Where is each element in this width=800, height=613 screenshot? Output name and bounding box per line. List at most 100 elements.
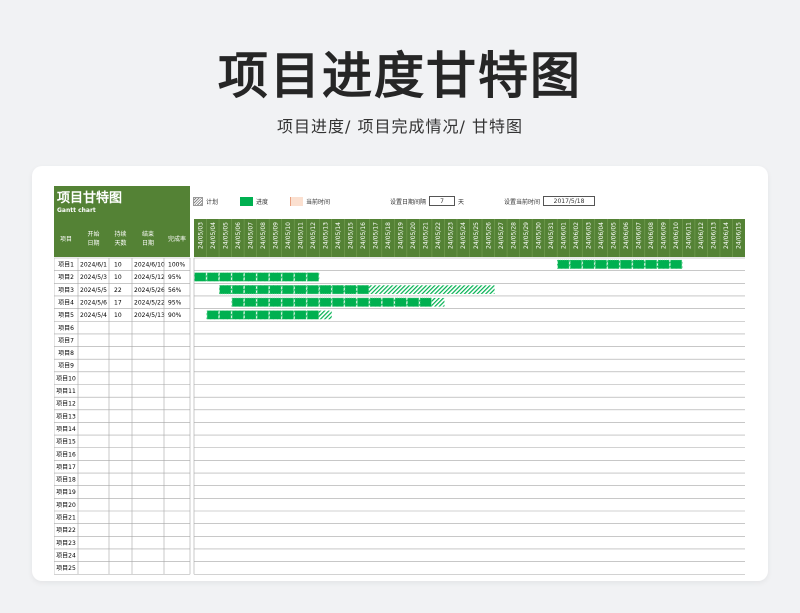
completion-rate: 95% <box>168 274 182 281</box>
progress-cell <box>269 297 282 307</box>
progress-cell <box>281 272 294 282</box>
date-label: 24/05/23 <box>448 222 455 249</box>
completion-rate: 100% <box>168 262 185 269</box>
project-name: 项目18 <box>56 477 76 484</box>
gantt-sheet: 项目甘特图 Gantt chart 计划 进度 当前时间 设置日期间隔 7 天 … <box>54 186 746 576</box>
project-name: 项目7 <box>58 337 74 344</box>
project-name: 项目24 <box>56 552 76 559</box>
progress-cell <box>231 310 244 320</box>
date-label: 24/05/04 <box>210 222 217 249</box>
progress-cell <box>307 285 319 295</box>
date-label: 24/05/29 <box>523 222 530 249</box>
date-label: 24/05/17 <box>373 222 380 249</box>
project-name: 项目16 <box>56 451 76 458</box>
progress-cell <box>620 259 632 269</box>
progress-cell <box>244 272 257 282</box>
project-name: 项目2 <box>58 274 74 281</box>
progress-cell <box>281 297 294 307</box>
progress-cell <box>632 259 645 269</box>
progress-cell <box>357 297 370 307</box>
progress-cell <box>219 310 232 320</box>
date-label: 24/06/05 <box>611 222 618 249</box>
progress-cell <box>219 285 232 295</box>
page-subtitle: 项目进度/ 项目完成情况/ 甘特图 <box>277 117 523 136</box>
progress-cell <box>256 285 269 295</box>
start-date: 2024/5/6 <box>80 299 107 306</box>
project-name: 项目1 <box>58 262 74 269</box>
date-label: 24/05/13 <box>322 222 329 249</box>
date-label: 24/05/30 <box>535 222 542 249</box>
start-date: 2024/5/3 <box>80 274 107 281</box>
project-name: 项目25 <box>56 565 76 572</box>
progress-cell <box>369 297 382 307</box>
project-name: 项目14 <box>56 426 76 433</box>
date-label: 24/05/20 <box>410 222 417 249</box>
date-label: 24/05/19 <box>398 222 405 249</box>
date-label: 24/05/26 <box>485 222 492 249</box>
project-name: 项目4 <box>58 299 74 306</box>
progress-cell <box>382 297 395 307</box>
date-label: 24/06/01 <box>560 222 567 249</box>
project-name: 项目23 <box>56 540 76 547</box>
progress-cell <box>244 285 257 295</box>
date-label: 24/06/03 <box>585 222 592 249</box>
progress-cell <box>244 297 257 307</box>
duration: 10 <box>114 312 122 319</box>
progress-cell <box>344 297 357 307</box>
column-header: 完成率 <box>168 235 186 243</box>
project-name: 项目5 <box>58 312 74 319</box>
date-label: 24/06/06 <box>623 222 630 249</box>
date-label: 24/05/06 <box>235 222 242 249</box>
date-label: 24/06/12 <box>698 222 705 249</box>
date-label: 24/05/15 <box>348 222 355 249</box>
page-title: 项目进度甘特图 <box>218 47 582 105</box>
progress-cell <box>281 310 294 320</box>
duration: 17 <box>114 299 122 306</box>
progress-cell <box>357 285 370 295</box>
end-date: 2024/5/22 <box>134 299 165 306</box>
date-label: 24/05/27 <box>498 222 505 249</box>
completion-rate: 56% <box>168 287 182 294</box>
progress-cell <box>557 259 570 269</box>
date-label: 24/05/16 <box>360 222 367 249</box>
progress-cell <box>645 259 658 269</box>
progress-cell <box>206 310 219 320</box>
progress-cell <box>344 285 357 295</box>
date-label: 24/05/28 <box>510 222 517 249</box>
date-label: 24/05/24 <box>460 222 467 249</box>
project-name: 项目9 <box>58 363 74 370</box>
progress-cell <box>670 259 683 269</box>
date-label: 24/05/14 <box>335 222 342 249</box>
progress-cell <box>607 259 620 269</box>
column-header: 日期 <box>87 239 99 247</box>
progress-cell <box>269 285 282 295</box>
end-date: 2024/5/26 <box>134 287 165 294</box>
project-name: 项目20 <box>56 502 76 509</box>
column-header: 结束 <box>142 230 154 238</box>
progress-cell <box>256 272 269 282</box>
column-header: 开始 <box>87 230 99 238</box>
progress-cell <box>231 272 244 282</box>
date-label: 24/05/07 <box>247 222 254 249</box>
date-label: 24/06/04 <box>598 222 605 249</box>
spreadsheet-card: 项目甘特图 Gantt chart 计划 进度 当前时间 设置日期间隔 7 天 … <box>32 166 768 581</box>
date-label: 24/05/31 <box>548 222 555 249</box>
column-header: 持续 <box>114 230 126 238</box>
gantt-grid: 项目 开始日期 持续天数 结束日期 完成率 24/05/03 24/05/04 24/05/0… <box>54 219 745 575</box>
start-date: 2024/6/1 <box>80 262 107 269</box>
progress-cell <box>219 272 232 282</box>
date-label: 24/05/25 <box>473 222 480 249</box>
project-name: 项目21 <box>56 515 76 522</box>
project-name: 项目17 <box>56 464 76 471</box>
column-header: 日期 <box>142 239 154 247</box>
progress-cell <box>256 297 269 307</box>
progress-cell <box>307 272 319 282</box>
date-label: 24/05/09 <box>272 222 279 249</box>
project-name: 项目10 <box>56 375 76 382</box>
progress-cell <box>307 310 319 320</box>
date-label: 24/06/02 <box>573 222 580 249</box>
progress-cell <box>256 310 269 320</box>
progress-cell <box>294 297 307 307</box>
completion-rate: 95% <box>168 299 182 306</box>
column-header: 项目 <box>60 236 72 243</box>
